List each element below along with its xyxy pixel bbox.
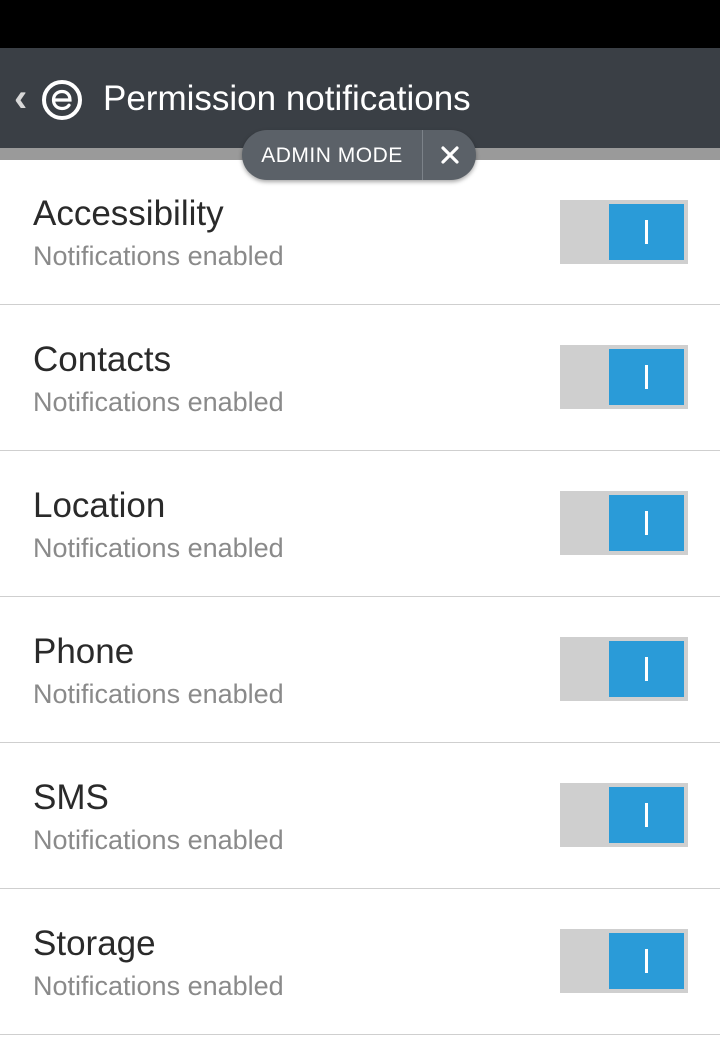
permission-title: Phone — [33, 632, 135, 671]
toggle-on-mark-icon — [645, 657, 648, 681]
toggle-thumb — [609, 933, 684, 989]
permission-title: Accessibility — [33, 194, 224, 233]
admin-mode-banner: ADMIN MODE — [242, 130, 476, 180]
permission-title: SMS — [33, 778, 109, 817]
permission-list: Accessibility Notifications enabled Cont… — [0, 160, 720, 1035]
toggle-on-mark-icon — [645, 220, 648, 244]
toggle-on-mark-icon — [645, 949, 648, 973]
permission-title: Storage — [33, 924, 156, 963]
permission-status: Notifications enabled — [33, 679, 284, 709]
contacts-toggle[interactable] — [560, 345, 688, 409]
toggle-on-mark-icon — [645, 365, 648, 389]
permission-title: Location — [33, 486, 166, 525]
admin-mode-label[interactable]: ADMIN MODE — [242, 130, 422, 180]
admin-mode-close-button[interactable] — [423, 130, 476, 180]
toggle-thumb — [609, 787, 684, 843]
toggle-on-mark-icon — [645, 803, 648, 827]
permission-status: Notifications enabled — [33, 825, 284, 855]
eset-e-glyph-icon — [51, 89, 72, 111]
status-bar — [0, 0, 720, 48]
toggle-thumb — [609, 495, 684, 551]
permission-row-location[interactable]: Location Notifications enabled — [0, 451, 720, 597]
permission-row-storage[interactable]: Storage Notifications enabled — [0, 889, 720, 1035]
eset-logo-icon[interactable] — [42, 80, 82, 120]
close-icon — [440, 146, 459, 164]
phone-toggle[interactable] — [560, 637, 688, 701]
permission-row-sms[interactable]: SMS Notifications enabled — [0, 743, 720, 889]
permission-row-phone[interactable]: Phone Notifications enabled — [0, 597, 720, 743]
toggle-thumb — [609, 204, 684, 260]
permission-row-accessibility[interactable]: Accessibility Notifications enabled — [0, 160, 720, 305]
location-toggle[interactable] — [560, 491, 688, 555]
permission-status: Notifications enabled — [33, 533, 284, 563]
permission-title: Contacts — [33, 340, 172, 379]
back-chevron-icon[interactable]: ‹ — [14, 78, 34, 118]
toggle-thumb — [609, 349, 684, 405]
permission-status: Notifications enabled — [33, 971, 284, 1001]
permission-row-contacts[interactable]: Contacts Notifications enabled — [0, 305, 720, 451]
page-title: Permission notifications — [103, 79, 471, 118]
toggle-on-mark-icon — [645, 511, 648, 535]
permission-status: Notifications enabled — [33, 241, 284, 271]
permission-status: Notifications enabled — [33, 387, 284, 417]
accessibility-toggle[interactable] — [560, 200, 688, 264]
storage-toggle[interactable] — [560, 929, 688, 993]
toggle-thumb — [609, 641, 684, 697]
sms-toggle[interactable] — [560, 783, 688, 847]
